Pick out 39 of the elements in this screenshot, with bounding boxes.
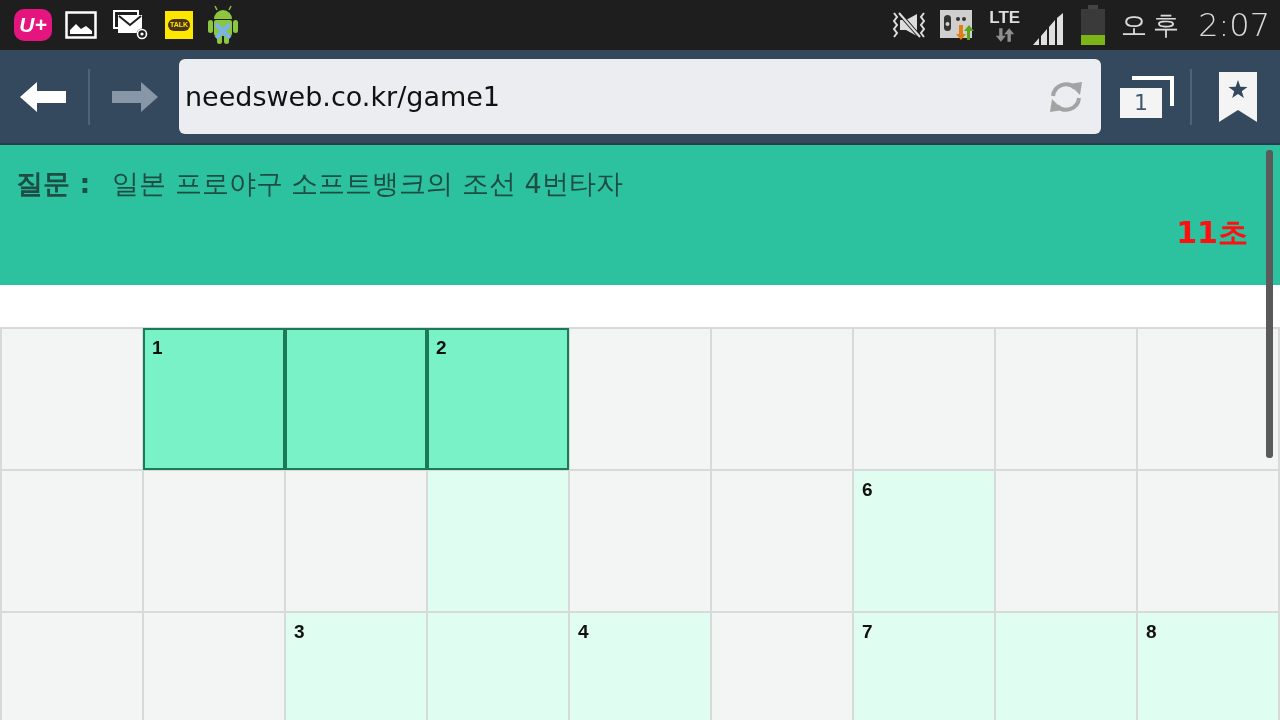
clue-number: 8 bbox=[1146, 621, 1157, 643]
clue-number: 1 bbox=[152, 337, 163, 359]
crossword-cell[interactable]: 7 bbox=[854, 613, 994, 720]
clue-number: 7 bbox=[862, 621, 873, 643]
crossword-cell[interactable] bbox=[996, 613, 1136, 720]
crossword-cell[interactable] bbox=[286, 329, 426, 469]
question-label: 질문 : bbox=[16, 167, 91, 201]
crossword-cell[interactable]: 4 bbox=[570, 613, 710, 720]
clue-number: 4 bbox=[578, 621, 589, 643]
left-arrow-icon bbox=[20, 80, 66, 113]
crossword-cell[interactable]: 6 bbox=[854, 471, 994, 611]
clue-number: 6 bbox=[862, 479, 873, 501]
crossword-cell[interactable]: 3 bbox=[286, 613, 426, 720]
up-down-arrows-icon bbox=[994, 27, 1015, 42]
download-upload-icon bbox=[940, 9, 977, 41]
clock-time: 2:07 bbox=[1198, 6, 1270, 44]
am-pm-text: 오후 bbox=[1121, 8, 1186, 42]
timer-text: 11초 bbox=[1176, 215, 1248, 251]
right-arrow-icon bbox=[112, 80, 158, 113]
back-button[interactable] bbox=[20, 80, 66, 113]
mute-icon bbox=[891, 9, 928, 41]
clue-number: 3 bbox=[294, 621, 305, 643]
url-text: needsweb.co.kr/game1 bbox=[185, 81, 501, 112]
picture-icon bbox=[65, 11, 97, 39]
bookmark-star-icon bbox=[1218, 70, 1258, 123]
robot-icon bbox=[206, 5, 240, 45]
bookmark-button[interactable] bbox=[1218, 70, 1258, 123]
crossword-cell[interactable]: 1 bbox=[144, 329, 284, 469]
battery-icon bbox=[1080, 5, 1107, 45]
crossword-cell[interactable]: 8 bbox=[1138, 613, 1278, 720]
network-type: LTE bbox=[989, 8, 1021, 27]
crossword-cell[interactable]: 2 bbox=[428, 329, 568, 469]
clue-number: 2 bbox=[436, 337, 447, 359]
address-bar[interactable]: needsweb.co.kr/game1 bbox=[179, 59, 1101, 134]
question-text: 일본 프로야구 소프트뱅크의 조선 4번타자 bbox=[112, 167, 623, 201]
envelope-icon bbox=[113, 10, 149, 40]
crossword-cell[interactable] bbox=[428, 613, 568, 720]
carrier-logo: U+ bbox=[14, 9, 52, 41]
crossword-cell[interactable] bbox=[428, 471, 568, 611]
